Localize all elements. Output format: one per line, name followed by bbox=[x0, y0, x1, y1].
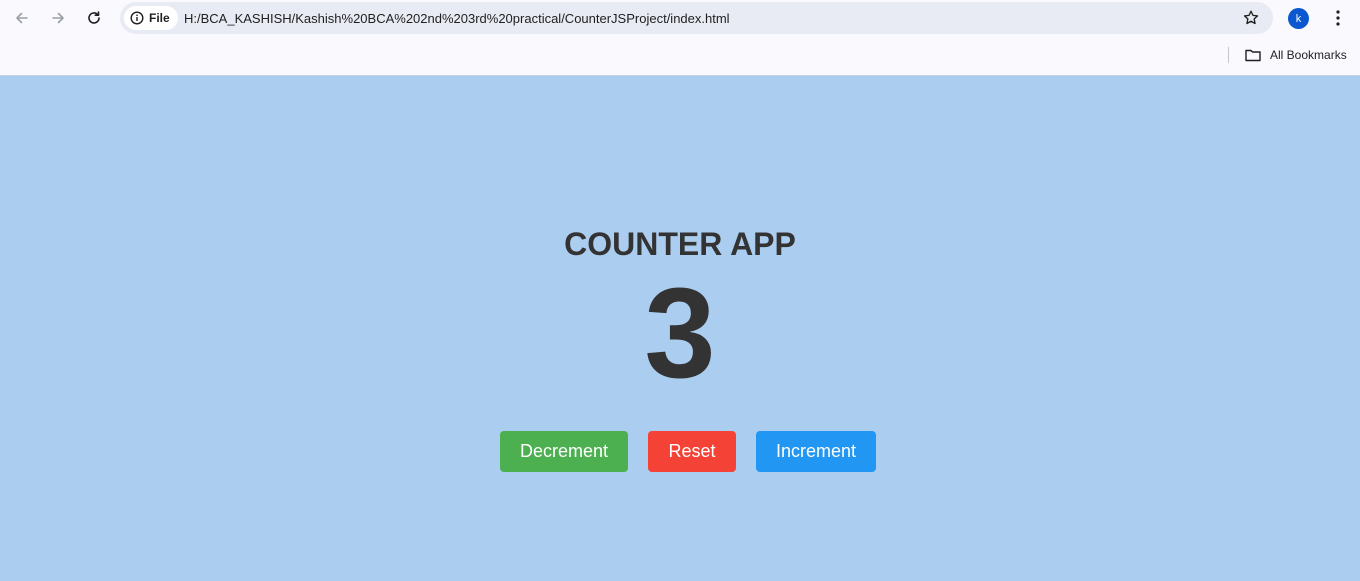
bookmark-star-button[interactable] bbox=[1241, 8, 1261, 28]
address-bar[interactable]: File H:/BCA_KASHISH/Kashish%20BCA%202nd%… bbox=[120, 2, 1273, 34]
app-title: COUNTER APP bbox=[564, 226, 796, 262]
page-content: COUNTER APP 3 Decrement Reset Increment bbox=[0, 76, 1360, 581]
arrow-right-icon bbox=[52, 12, 64, 24]
all-bookmarks-button[interactable]: All Bookmarks bbox=[1244, 44, 1347, 66]
info-icon bbox=[130, 11, 144, 25]
all-bookmarks-label: All Bookmarks bbox=[1270, 48, 1347, 62]
reset-button[interactable]: Reset bbox=[648, 431, 736, 472]
browser-menu-button[interactable] bbox=[1326, 6, 1350, 30]
counter-value: 3 bbox=[644, 262, 716, 405]
site-info-chip[interactable]: File bbox=[124, 6, 178, 30]
profile-avatar[interactable]: k bbox=[1288, 8, 1309, 29]
browser-chrome: File H:/BCA_KASHISH/Kashish%20BCA%202nd%… bbox=[0, 0, 1360, 76]
url-text[interactable]: H:/BCA_KASHISH/Kashish%20BCA%202nd%203rd… bbox=[184, 11, 730, 26]
site-chip-label: File bbox=[149, 11, 170, 25]
bookmarks-divider bbox=[1228, 47, 1229, 63]
increment-button[interactable]: Increment bbox=[756, 431, 876, 472]
arrow-left-icon bbox=[16, 12, 28, 24]
folder-icon bbox=[1245, 49, 1261, 62]
star-icon bbox=[1243, 10, 1259, 25]
forward-button[interactable] bbox=[44, 4, 72, 32]
back-button[interactable] bbox=[8, 4, 36, 32]
reload-icon bbox=[88, 11, 100, 24]
kebab-menu-icon bbox=[1336, 10, 1340, 26]
reload-button[interactable] bbox=[80, 4, 108, 32]
decrement-button[interactable]: Decrement bbox=[500, 431, 628, 472]
